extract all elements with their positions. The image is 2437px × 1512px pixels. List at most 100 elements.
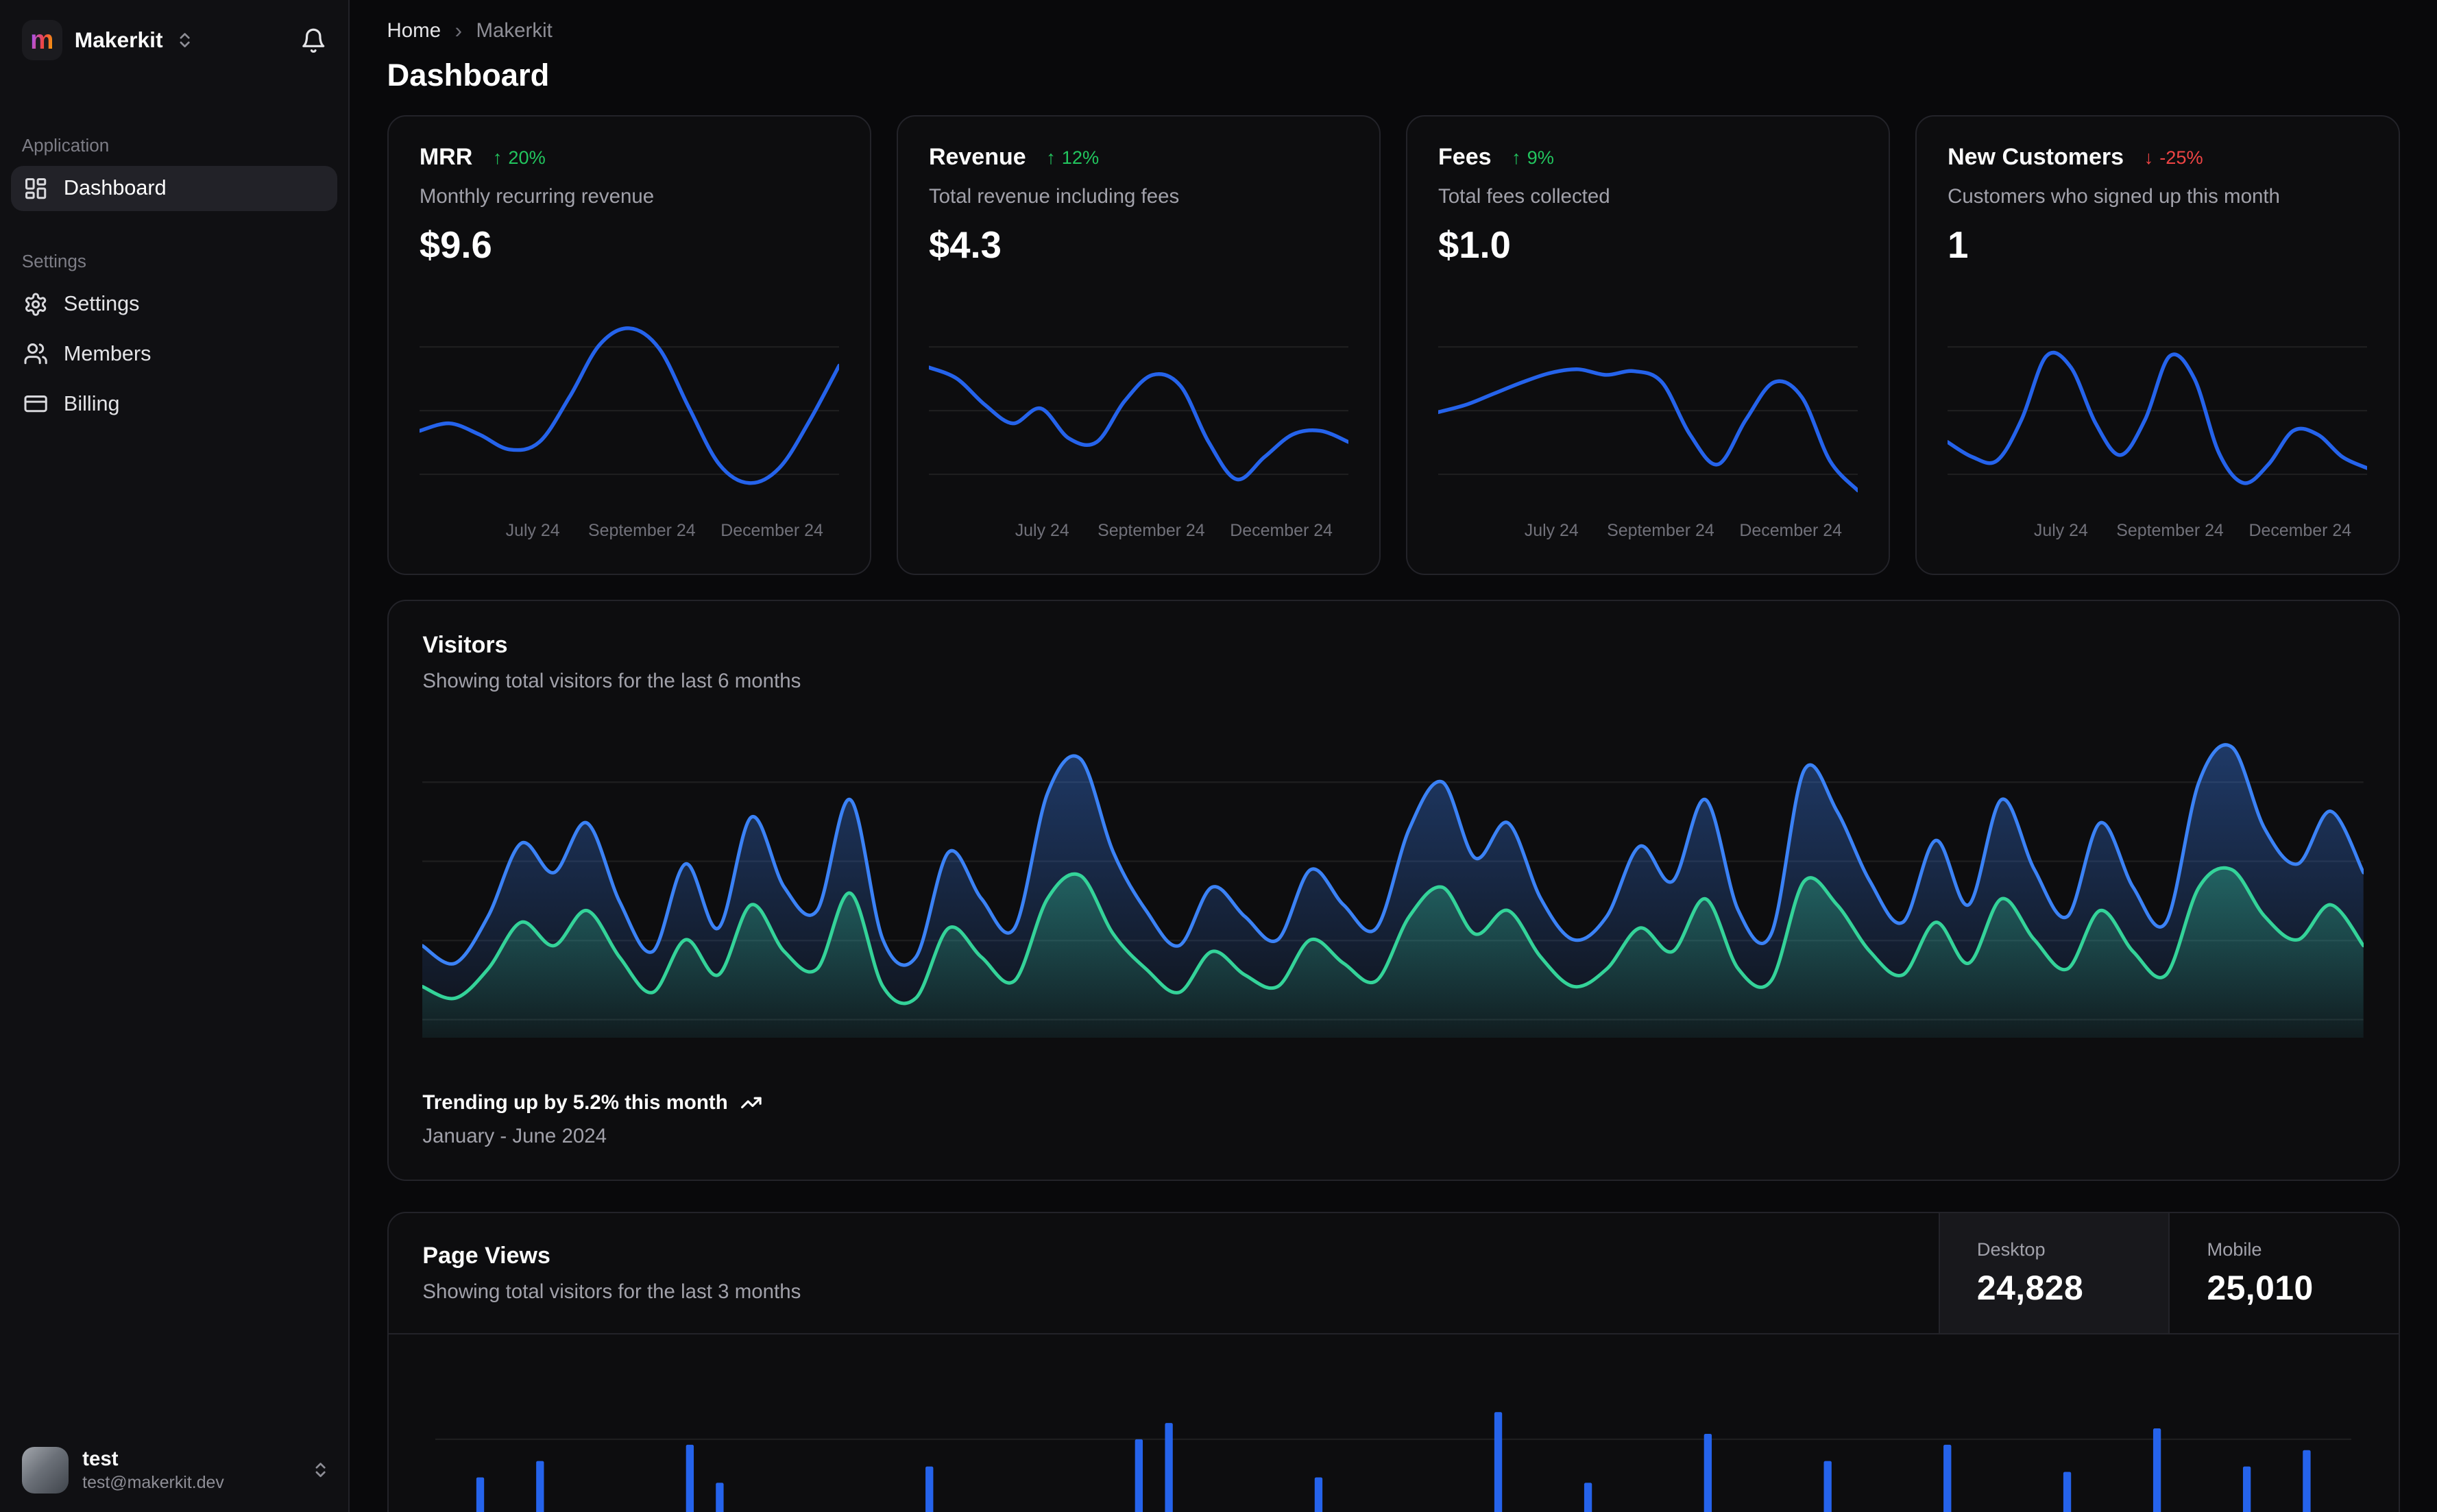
x-axis-ticks: July 24 September 24 December 24 <box>1948 521 2367 546</box>
x-tick-label: December 24 <box>720 520 823 540</box>
x-axis-ticks: July 24 September 24 December 24 <box>929 521 1348 546</box>
stat-subtitle: Total fees collected <box>1438 184 1610 208</box>
workspace-name: Makerkit <box>74 27 163 53</box>
stat-value: $9.6 <box>419 224 492 267</box>
stat-value: $1.0 <box>1438 224 1511 267</box>
sidebar-item-members[interactable]: Members <box>11 332 337 377</box>
sidebar-item-dashboard[interactable]: Dashboard <box>10 165 338 211</box>
sparkline-wrap: July 24 September 24 December 24 <box>1438 311 1858 546</box>
x-tick-label: September 24 <box>1607 520 1714 540</box>
stat-subtitle: Total revenue including fees <box>928 184 1180 208</box>
stat-subtitle: Monthly recurring revenue <box>419 184 655 208</box>
trend-badge: ↑ 12% <box>1046 147 1099 169</box>
toggle-label: Mobile <box>2207 1238 2262 1260</box>
breadcrumb-home-link[interactable]: Home <box>387 19 441 42</box>
x-axis-ticks: July 24 September 24 December 24 <box>420 521 839 546</box>
sparkline-wrap: July 24 September 24 December 24 <box>928 311 1349 546</box>
x-tick-label: September 24 <box>1098 520 1205 540</box>
stat-head: MRR ↑ 20% <box>420 144 839 171</box>
revenue-sparkline-chart <box>928 311 1349 510</box>
x-tick-label: September 24 <box>588 520 696 540</box>
user-name: test <box>82 1447 119 1470</box>
breadcrumb: Home › Makerkit <box>387 19 2400 43</box>
chevron-right-icon: › <box>454 18 463 43</box>
x-tick-label: July 24 <box>1015 520 1069 540</box>
visitors-area-chart <box>422 733 2364 1038</box>
visitors-trend-line: Trending up by 5.2% this month <box>422 1091 2364 1114</box>
notifications-button[interactable] <box>300 27 327 54</box>
x-tick-label: December 24 <box>1739 520 1842 540</box>
stat-title: Revenue <box>928 144 1026 171</box>
trend-value: -25% <box>2159 146 2203 168</box>
sidebar-section-settings: Settings <box>21 251 86 272</box>
stat-head: Fees ↑ 9% <box>1438 144 1858 171</box>
main-content: Home › Makerkit Dashboard MRR ↑ 20% Mont… <box>350 0 2437 1512</box>
stat-title: MRR <box>419 144 473 171</box>
x-tick-label: December 24 <box>2248 520 2352 540</box>
stat-subtitle: Customers who signed up this month <box>1948 184 2280 208</box>
sidebar-item-label: Settings <box>63 292 140 316</box>
trend-badge: ↑ 9% <box>1512 147 1554 169</box>
sidebar-item-settings[interactable]: Settings <box>11 282 337 327</box>
stat-card-fees: Fees ↑ 9% Total fees collected $1.0 July… <box>1405 114 1891 575</box>
page-views-toggle-mobile[interactable]: Mobile 25,010 <box>2168 1213 2399 1334</box>
chevrons-up-down-icon <box>315 1463 326 1478</box>
page-title: Dashboard <box>387 57 550 93</box>
x-tick-label: July 24 <box>1524 520 1579 540</box>
trend-value: 12% <box>1061 146 1100 168</box>
page-views-stat-toggles: Desktop 24,828 Mobile 25,010 <box>1938 1213 2399 1334</box>
visitors-card: Visitors Showing total visitors for the … <box>387 599 2400 1181</box>
page-views-header: Page Views Showing total visitors for th… <box>388 1213 2399 1335</box>
workspace-switcher[interactable]: m Makerkit <box>0 0 348 80</box>
stat-cards-row: MRR ↑ 20% Monthly recurring revenue $9.6… <box>387 114 2400 575</box>
page-views-card: Page Views Showing total visitors for th… <box>387 1212 2400 1512</box>
avatar <box>21 1446 69 1493</box>
credit-card-icon <box>24 395 47 413</box>
stat-card-revenue: Revenue ↑ 12% Total revenue including fe… <box>896 114 1381 575</box>
stat-value: 1 <box>1948 224 1969 267</box>
mrr-sparkline-chart <box>419 311 839 510</box>
x-axis-ticks: July 24 September 24 December 24 <box>1438 521 1858 546</box>
page-views-bar-chart <box>435 1347 2352 1512</box>
trend-badge: ↓ -25% <box>2144 147 2203 169</box>
stat-card-mrr: MRR ↑ 20% Monthly recurring revenue $9.6… <box>387 114 872 575</box>
chevrons-up-down-icon <box>180 33 190 48</box>
sparkline-wrap: July 24 September 24 December 24 <box>419 311 839 546</box>
visitors-footer: Trending up by 5.2% this month January -… <box>422 1091 2364 1149</box>
stat-value: $4.3 <box>928 224 1002 267</box>
gear-icon <box>25 293 47 316</box>
x-tick-label: December 24 <box>1230 520 1333 540</box>
breadcrumb-current: Makerkit <box>476 19 553 42</box>
visitors-title: Visitors <box>422 632 508 659</box>
sidebar-nav-application: Dashboard <box>0 165 348 211</box>
page-views-toggle-desktop[interactable]: Desktop 24,828 <box>1938 1213 2169 1334</box>
sidebar-item-label: Dashboard <box>63 176 167 200</box>
user-email: test@makerkit.dev <box>82 1472 224 1492</box>
page-views-head-left: Page Views Showing total visitors for th… <box>389 1213 1939 1333</box>
x-tick-label: July 24 <box>505 520 560 540</box>
visitors-subtitle: Showing total visitors for the last 6 mo… <box>422 670 801 693</box>
page-views-title: Page Views <box>422 1243 550 1269</box>
trend-value: 20% <box>508 146 546 168</box>
stat-card-new-customers: New Customers ↓ -25% Customers who signe… <box>1915 114 2400 575</box>
x-tick-label: July 24 <box>2033 520 2088 540</box>
sidebar: m Makerkit Application Dashboard Setting… <box>0 0 350 1512</box>
user-menu[interactable]: test test@makerkit.dev <box>0 1431 348 1512</box>
sidebar-item-billing[interactable]: Billing <box>11 381 337 426</box>
trend-badge: ↑ 20% <box>493 147 546 169</box>
new-customers-sparkline-chart <box>1948 311 2368 510</box>
stat-title: Fees <box>1438 144 1492 171</box>
page-views-subtitle: Showing total visitors for the last 3 mo… <box>422 1280 801 1303</box>
visitors-trend-text: Trending up by 5.2% this month <box>422 1090 728 1114</box>
toggle-label: Desktop <box>1976 1238 2046 1260</box>
trend-down-icon: ↓ <box>2144 146 2154 168</box>
users-icon <box>24 343 47 365</box>
sidebar-nav-settings: Settings Members Billing <box>0 282 348 426</box>
toggle-value: 25,010 <box>2207 1269 2314 1308</box>
app-window: m Makerkit Application Dashboard Setting… <box>0 0 2437 1512</box>
trend-value: 9% <box>1527 146 1554 168</box>
user-meta: test test@makerkit.dev <box>82 1448 224 1492</box>
stat-head: Revenue ↑ 12% <box>929 144 1348 171</box>
visitors-date-range: January - June 2024 <box>422 1125 607 1148</box>
logo-letter: m <box>30 25 54 55</box>
